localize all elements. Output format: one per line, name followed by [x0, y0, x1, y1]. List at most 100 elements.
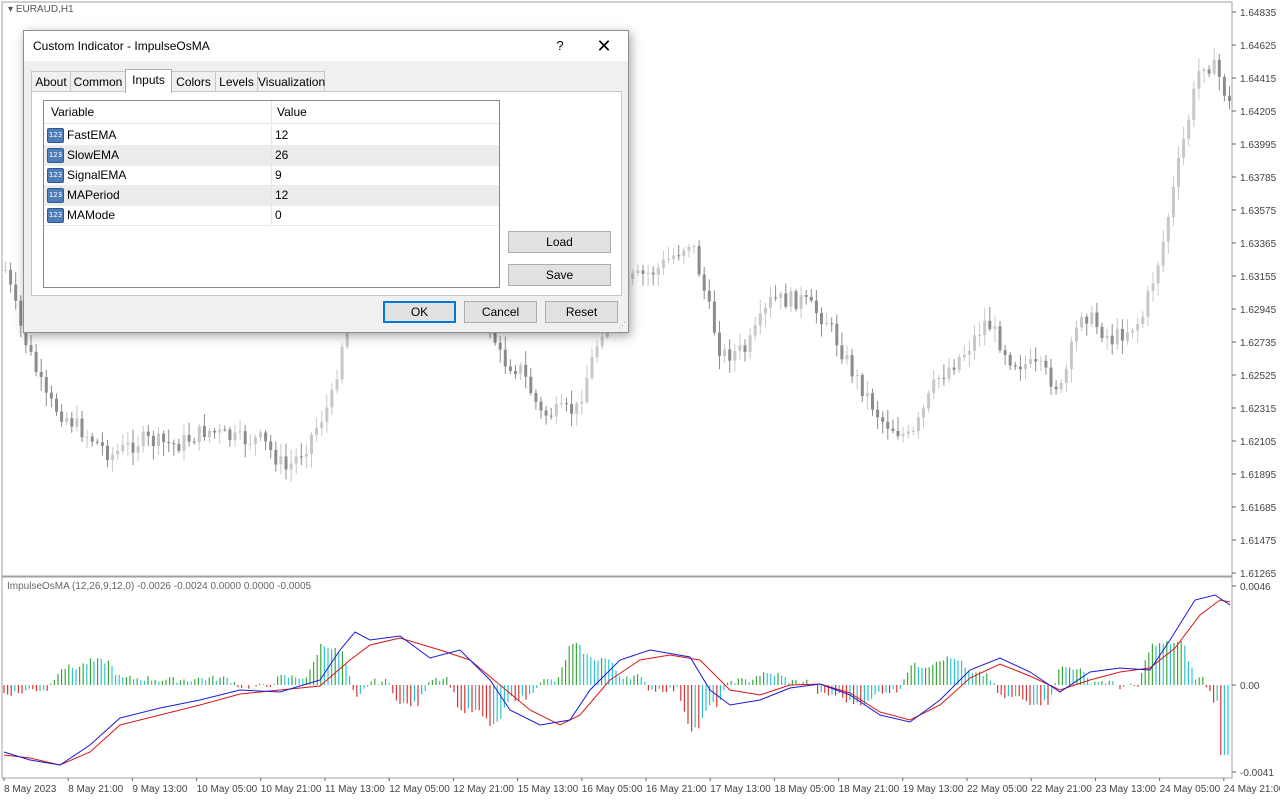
candle-body [187, 435, 191, 442]
candle-body [70, 418, 74, 427]
price-tick-label: 1.61685 [1240, 503, 1277, 514]
save-button[interactable]: Save [508, 264, 611, 286]
candle-body [911, 431, 915, 433]
candle-body [865, 393, 869, 397]
candle-body [177, 444, 181, 451]
candle-body [631, 273, 635, 279]
candle-body [906, 431, 910, 434]
candle-body [641, 270, 645, 274]
candle-body [825, 323, 829, 325]
tab-common[interactable]: Common [70, 71, 126, 92]
reset-button[interactable]: Reset [545, 301, 618, 323]
candle-body [774, 297, 778, 299]
candle-body [814, 300, 818, 314]
price-tick-label: 1.62105 [1240, 437, 1277, 448]
candle-body [1064, 368, 1068, 383]
variable-value[interactable]: 12 [275, 188, 288, 202]
candle-body [519, 364, 523, 374]
candle-body [279, 456, 283, 465]
candle-body [927, 393, 931, 409]
candle-body [243, 431, 247, 445]
candle-body [151, 435, 155, 446]
candle-body [146, 431, 150, 436]
variable-value[interactable]: 26 [275, 148, 288, 162]
candle-body [952, 367, 956, 370]
candle-body [753, 325, 757, 336]
table-row[interactable]: 123 MAMode 0 [44, 205, 499, 226]
candle-body [1207, 69, 1211, 74]
candle-body [967, 350, 971, 355]
candle-body [95, 441, 99, 443]
candle-body [789, 291, 793, 307]
variable-value[interactable]: 0 [275, 208, 282, 222]
candle-body [80, 418, 84, 438]
table-row[interactable]: 123 FastEMA 12 [44, 125, 499, 146]
tab-levels[interactable]: Levels [215, 71, 258, 92]
candle-body [1075, 327, 1078, 342]
candle-body [172, 443, 176, 445]
candle-body [855, 374, 859, 377]
candle-body [1013, 365, 1017, 367]
candle-body [34, 351, 38, 372]
candle-body [228, 429, 232, 441]
variable-value[interactable]: 9 [275, 168, 282, 182]
dropdown-triangle-icon[interactable]: ▾ [8, 4, 13, 15]
candle-body [289, 463, 293, 470]
variable-name: MAPeriod [67, 188, 120, 202]
ok-button[interactable]: OK [383, 301, 456, 323]
candle-body [978, 334, 982, 336]
inputs-table: Variable Value 123 FastEMA 12 123 SlowEM… [43, 100, 500, 288]
variable-value[interactable]: 12 [275, 128, 288, 142]
table-row[interactable]: 123 MAPeriod 12 [44, 185, 499, 206]
cancel-button[interactable]: Cancel [464, 301, 537, 323]
candle-body [330, 389, 334, 408]
candle-body [947, 367, 951, 379]
candle-body [1059, 382, 1063, 390]
candle-body [769, 297, 772, 308]
dialog-title: Custom Indicator - ImpulseOsMA [33, 39, 210, 53]
candle-body [213, 430, 217, 433]
table-row[interactable]: 123 SlowEMA 26 [44, 145, 499, 166]
candle-body [1080, 316, 1084, 328]
price-tick-label: 1.63155 [1240, 272, 1277, 283]
close-icon[interactable]: ✕ [592, 35, 616, 57]
tab-about[interactable]: About [31, 71, 71, 92]
candle-body [524, 364, 528, 377]
candle-body [1187, 119, 1191, 139]
load-button[interactable]: Load [508, 231, 611, 253]
resize-grip-icon[interactable]: ⋰ [618, 322, 626, 330]
time-tick-label: 15 May 13:00 [518, 784, 579, 795]
time-tick-label: 10 May 21:00 [261, 784, 322, 795]
price-tick-label: 1.64415 [1240, 74, 1277, 85]
candle-body [274, 449, 278, 465]
variable-name: MAMode [67, 208, 116, 222]
price-tick-label: 1.61265 [1240, 569, 1277, 580]
time-tick-label: 24 May 21:00 [1224, 784, 1280, 795]
variable-name: SignalEMA [67, 168, 127, 182]
candle-body [49, 392, 53, 399]
help-button[interactable]: ? [552, 36, 568, 56]
candle-body [932, 379, 936, 394]
tab-colors[interactable]: Colors [171, 71, 216, 92]
candle-body [595, 346, 599, 357]
candle-body [549, 415, 553, 417]
candle-body [1029, 359, 1033, 365]
price-tick-label: 1.64625 [1240, 41, 1277, 52]
time-tick-label: 16 May 05:00 [582, 784, 643, 795]
candle-body [85, 436, 89, 438]
integer-icon: 123 [47, 188, 64, 203]
candle-body [4, 269, 7, 271]
tab-visualization[interactable]: Visualization [257, 71, 325, 92]
column-header-value[interactable]: Value [277, 105, 307, 119]
column-header-variable[interactable]: Variable [51, 105, 94, 119]
price-tick-label: 1.64835 [1240, 8, 1277, 19]
candle-body [1126, 332, 1129, 341]
candle-body [141, 431, 145, 447]
table-row[interactable]: 123 SignalEMA 9 [44, 165, 499, 186]
dialog-titlebar[interactable]: Custom Indicator - ImpulseOsMA ? ✕ [24, 31, 628, 61]
time-tick-label: 16 May 21:00 [646, 784, 707, 795]
indicator-window-frame [1, 576, 1233, 779]
tab-inputs[interactable]: Inputs [125, 69, 172, 93]
candle-body [784, 293, 788, 307]
candle-body [269, 441, 273, 450]
